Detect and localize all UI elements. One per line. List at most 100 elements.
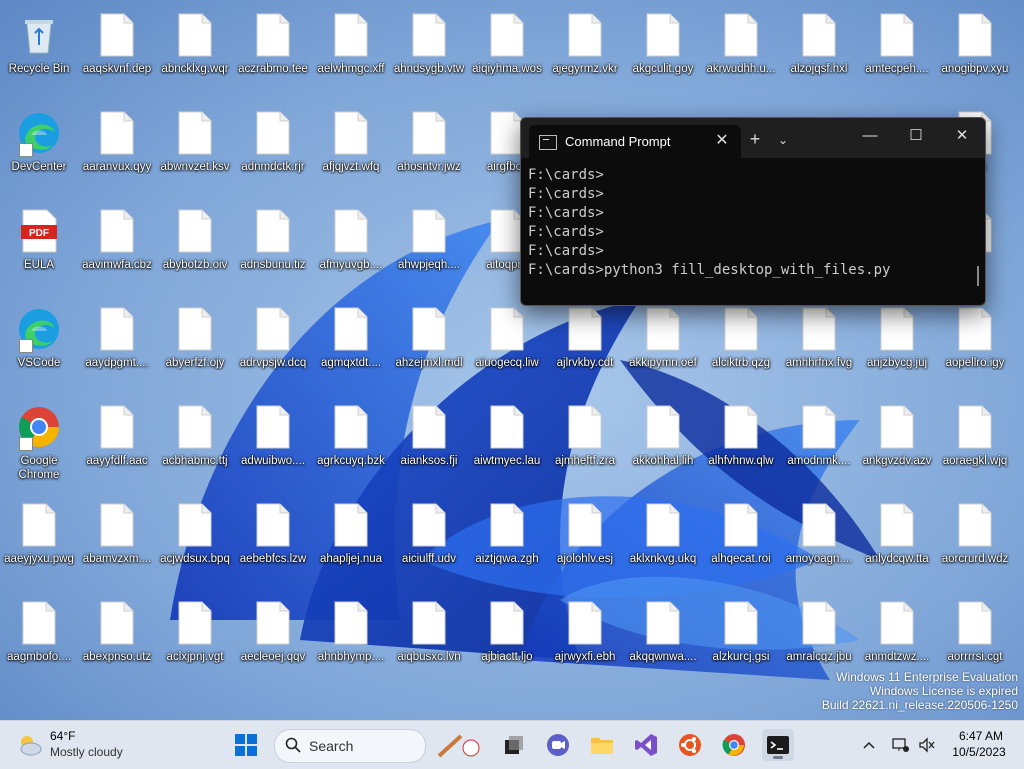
desktop-icon[interactable]: ahwpjeqh.... — [390, 199, 468, 291]
desktop-icon[interactable]: Google Chrome — [0, 395, 78, 487]
desktop-icon[interactable]: alhqecat.roi — [702, 493, 780, 585]
desktop-icon[interactable]: aiqiyhma.wos — [468, 3, 546, 95]
terminal-line: F:\cards> — [528, 167, 604, 183]
desktop-icon[interactable]: akkipymn.oef — [624, 297, 702, 389]
desktop-icon[interactable]: acbhabmc.ttj — [156, 395, 234, 487]
desktop-icon[interactable]: aecleoej.qqv — [234, 591, 312, 683]
desktop-icon[interactable]: DevCenter — [0, 101, 78, 193]
start-button[interactable] — [230, 729, 262, 761]
desktop-icon[interactable]: aavimwfa.cbz — [78, 199, 156, 291]
maximize-button[interactable]: ☐ — [893, 118, 939, 154]
desktop-icon[interactable]: ahzejmxl.mdl — [390, 297, 468, 389]
taskbar-app-terminal[interactable] — [762, 729, 794, 761]
desktop-icon[interactable]: adwuibwo.... — [234, 395, 312, 487]
close-tab-icon[interactable]: ✕ — [711, 130, 733, 152]
desktop-icon[interactable]: abexpnso.utz — [78, 591, 156, 683]
scrollbar[interactable] — [977, 266, 979, 286]
desktop-icon[interactable]: acjwdsux.bpq — [156, 493, 234, 585]
desktop-icon[interactable]: aklxnkvg.ukq — [624, 493, 702, 585]
desktop-icon[interactable]: amhhrfnx.fvg — [780, 297, 858, 389]
desktop-icon[interactable]: adnsbunu.tiz — [234, 199, 312, 291]
desktop-icon[interactable]: ajegyrmz.vkr — [546, 3, 624, 95]
desktop-icon[interactable]: abyerfzf.ojy — [156, 297, 234, 389]
taskbar-search[interactable]: Search — [274, 729, 480, 763]
desktop-icon[interactable]: ajbiactt.ljo — [468, 591, 546, 683]
desktop-icon[interactable]: ahndsygb.vtw — [390, 3, 468, 95]
desktop-icon[interactable]: ajmheftf.zra — [546, 395, 624, 487]
desktop-icon[interactable]: agmqxtdt.... — [312, 297, 390, 389]
taskbar-app-file-explorer[interactable] — [586, 729, 618, 761]
desktop-icon[interactable]: agrkcuyq.bzk — [312, 395, 390, 487]
desktop-icon[interactable]: alzojqsf.hxl — [780, 3, 858, 95]
desktop-icon[interactable]: PDF EULA — [0, 199, 78, 291]
desktop-icon[interactable]: afmyuvgb.... — [312, 199, 390, 291]
desktop-icon[interactable]: alciktrb.qzg — [702, 297, 780, 389]
desktop-icon[interactable]: anlydcqw.tta — [858, 493, 936, 585]
desktop-icon[interactable]: adrvpsjw.dcq — [234, 297, 312, 389]
desktop-icon[interactable]: ajolohlv.esj — [546, 493, 624, 585]
desktop-icon[interactable]: abybotzb.oiv — [156, 199, 234, 291]
desktop-icon[interactable]: ahnbhymp.... — [312, 591, 390, 683]
desktop-icon[interactable]: aczrabmo.tee — [234, 3, 312, 95]
desktop-icon[interactable]: alhfvhnw.qlw — [702, 395, 780, 487]
desktop-icon[interactable]: akgculit.goy — [624, 3, 702, 95]
desktop-icon[interactable]: aianksos.fji — [390, 395, 468, 487]
new-tab-button[interactable]: + — [744, 128, 766, 150]
desktop-icon[interactable]: adnmdctk.rjr — [234, 101, 312, 193]
desktop-icon[interactable]: aagmbofo.... — [0, 591, 78, 683]
desktop-icon[interactable]: aaydpgmt.... — [78, 297, 156, 389]
desktop-icon[interactable]: anjzbycg.juj — [858, 297, 936, 389]
desktop-icon[interactable]: akrwudhh.u... — [702, 3, 780, 95]
desktop-icon[interactable]: ahosntvr.jwz — [390, 101, 468, 193]
show-hidden-icons-button[interactable] — [858, 729, 880, 761]
desktop-icon[interactable]: aiztjqwa.zgh — [468, 493, 546, 585]
desktop-icon[interactable]: aaeyjyxu.pwg — [0, 493, 78, 585]
desktop-icon[interactable]: ajrwyxfi.ebh — [546, 591, 624, 683]
desktop-icon[interactable]: aorcrurd.wdz — [936, 493, 1014, 585]
desktop-icon[interactable]: anogibpv.xyu — [936, 3, 1014, 95]
taskbar-app-ubuntu[interactable] — [674, 729, 706, 761]
desktop-icon[interactable]: ajlrvkby.cdt — [546, 297, 624, 389]
desktop-icon[interactable]: aiqbusxc.lvn — [390, 591, 468, 683]
desktop-icon[interactable]: aaranvux.qyy — [78, 101, 156, 193]
desktop-icon[interactable]: VSCode — [0, 297, 78, 389]
desktop-icon[interactable]: abamvzxm.... — [78, 493, 156, 585]
desktop-icon[interactable]: amtecpeh.... — [858, 3, 936, 95]
command-prompt-window[interactable]: Command Prompt ✕ + ⌄ — ☐ ✕ F:\cards> F:\c… — [520, 117, 986, 306]
desktop-icon[interactable]: akqqwnwa.... — [624, 591, 702, 683]
desktop-icon[interactable]: aiuogecq.liw — [468, 297, 546, 389]
desktop-icon[interactable]: aclxjpnj.vgt — [156, 591, 234, 683]
desktop-icon[interactable]: ankgvzdv.azv — [858, 395, 936, 487]
desktop-icon[interactable]: aopellro.igy — [936, 297, 1014, 389]
desktop-icon[interactable]: abwnvzet.ksv — [156, 101, 234, 193]
desktop-icon[interactable]: ahapljej.nua — [312, 493, 390, 585]
desktop-icon[interactable]: aiciulff.udv — [390, 493, 468, 585]
network-button[interactable] — [890, 729, 912, 761]
desktop-icon[interactable]: abncklxg.wqr — [156, 3, 234, 95]
close-window-button[interactable]: ✕ — [939, 118, 985, 154]
desktop-icon[interactable]: Recycle Bin — [0, 3, 78, 95]
desktop-icon[interactable]: aayyfdlf.aac — [78, 395, 156, 487]
taskbar-app-teams[interactable] — [542, 729, 574, 761]
search-label: Search — [309, 738, 354, 754]
desktop-icon[interactable]: aelwhmgc.xff — [312, 3, 390, 95]
desktop-icon[interactable]: aebebfcs.lzw — [234, 493, 312, 585]
desktop-icon[interactable]: amodnmk.... — [780, 395, 858, 487]
minimize-button[interactable]: — — [847, 118, 893, 154]
window-titlebar[interactable]: Command Prompt ✕ + ⌄ — ☐ ✕ — [521, 118, 985, 158]
desktop-icon[interactable]: amoyoagn.... — [780, 493, 858, 585]
terminal-output[interactable]: F:\cards> F:\cards> F:\cards> F:\cards> F:\c… — [521, 158, 985, 288]
volume-button[interactable] — [916, 729, 938, 761]
taskbar-app-visual-studio[interactable] — [630, 729, 662, 761]
desktop-icon[interactable]: aiwtmyec.lau — [468, 395, 546, 487]
desktop-icon[interactable]: aaqskvnf.dep — [78, 3, 156, 95]
tab-command-prompt[interactable]: Command Prompt ✕ — [529, 125, 741, 158]
task-view-button[interactable] — [498, 729, 530, 761]
desktop-icon[interactable]: alzkurcj.gsi — [702, 591, 780, 683]
desktop-icon[interactable]: afjqjvzt.wfq — [312, 101, 390, 193]
file-icon — [251, 207, 295, 255]
chevron-down-icon[interactable]: ⌄ — [773, 130, 793, 150]
taskbar-app-chrome[interactable] — [718, 729, 750, 761]
desktop-icon[interactable]: aoraegkl.wjq — [936, 395, 1014, 487]
desktop-icon[interactable]: akkohhal.lih — [624, 395, 702, 487]
